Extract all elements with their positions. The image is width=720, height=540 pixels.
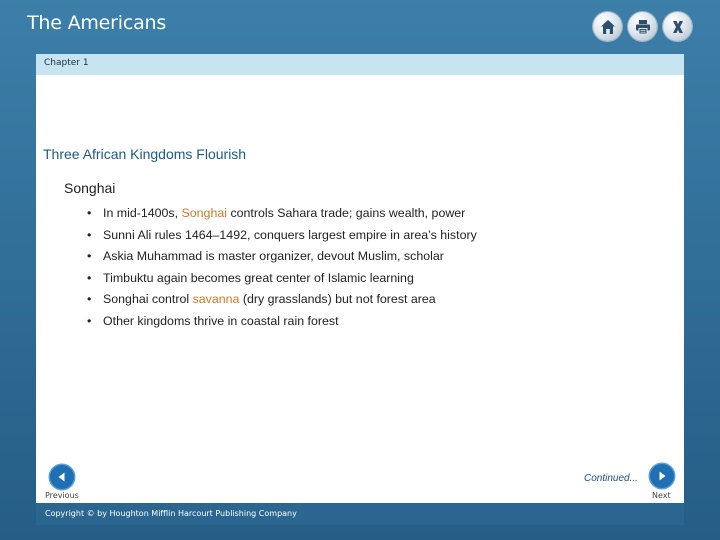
- bullet-item: • Songhai control savanna (dry grasslands…: [87, 292, 436, 307]
- highlight-term: savanna: [192, 292, 240, 307]
- close-button[interactable]: [663, 12, 692, 41]
- highlight-term: Songhai: [181, 206, 227, 220]
- print-button[interactable]: [628, 12, 657, 41]
- next-label[interactable]: Next: [652, 491, 671, 500]
- bullet-list: • In mid-1400s, Songhai controls Sahara t…: [85, 203, 477, 333]
- arrow-left-icon: [58, 472, 65, 482]
- chapter-bar: Chapter 1: [36, 54, 684, 75]
- bullet-item: • In mid-1400s, Songhai controls Sahara t…: [87, 206, 466, 220]
- app-title: The Americans: [27, 12, 167, 34]
- slide-content: Three African Kingdoms Flourish Songhai …: [36, 75, 684, 503]
- previous-label[interactable]: Previous: [45, 491, 79, 500]
- close-icon: [672, 20, 683, 33]
- slide-frame: The Americans Chapter 1 Three African Ki…: [0, 0, 720, 540]
- previous-button[interactable]: [50, 465, 74, 489]
- bullet-item: • Sunni Ali rules 1464–1492, conquers lar…: [87, 227, 477, 242]
- next-button[interactable]: [650, 464, 674, 488]
- slide-title: Three African Kingdoms Flourish: [43, 146, 247, 162]
- chapter-label: Chapter 1: [44, 58, 89, 68]
- top-toolbar: [593, 12, 692, 41]
- print-icon: [635, 19, 650, 34]
- bullet-item: • Timbuktu again becomes great center of …: [87, 270, 414, 285]
- section-heading: Songhai: [64, 180, 116, 196]
- copyright-text: Copyright © by Houghton Mifflin Harcourt…: [45, 509, 297, 518]
- footer-bar: Copyright © by Houghton Mifflin Harcourt…: [36, 503, 684, 525]
- continued-label: Continued...: [584, 473, 638, 484]
- arrow-right-icon: [659, 471, 666, 481]
- home-button[interactable]: [593, 12, 622, 41]
- bullet-item: • Other kingdoms thrive in coastal rain f…: [87, 313, 339, 328]
- home-icon: [600, 19, 615, 34]
- bullet-item: • Askia Muhammad is master organizer, dev…: [87, 249, 444, 264]
